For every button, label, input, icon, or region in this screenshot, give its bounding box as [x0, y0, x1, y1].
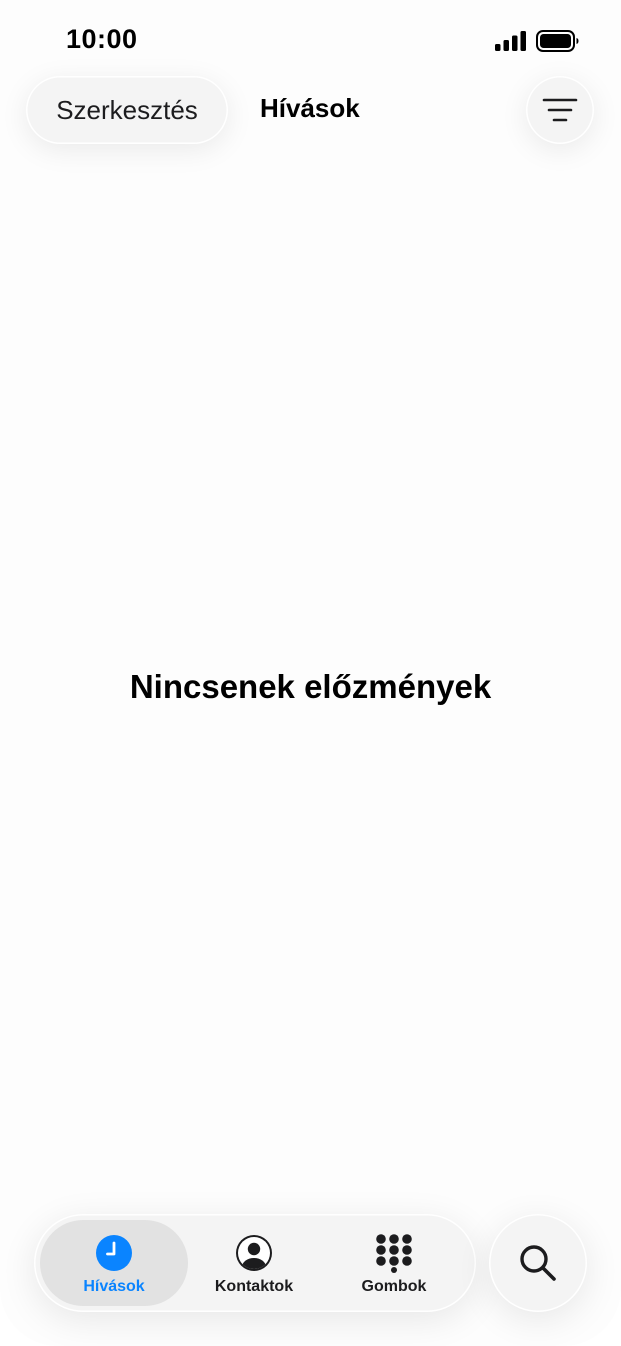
tab-label: Gombok: [361, 1278, 427, 1295]
filter-lines-icon: [542, 98, 578, 122]
keypad-grid-icon: [376, 1234, 412, 1273]
page-title: Hívások: [260, 93, 360, 123]
tab-bar: Hívások Kontaktok Gombok: [34, 1214, 476, 1312]
tab-label: Hívások: [83, 1278, 145, 1295]
clock-icon: [96, 1235, 132, 1271]
battery-icon: [536, 30, 579, 52]
person-circle-icon: [236, 1235, 272, 1271]
tab-keypad[interactable]: Gombok: [320, 1220, 468, 1306]
tab-label: Kontaktok: [214, 1278, 294, 1295]
status-time: 10:00: [66, 24, 138, 54]
calls-screen: 10:00 Szerkesztés Hívások Nincsenek előz…: [0, 0, 621, 1346]
empty-state-message: Nincsenek előzmények: [129, 668, 492, 705]
tab-contacts[interactable]: Kontaktok: [180, 1220, 328, 1306]
search-button[interactable]: [489, 1214, 587, 1312]
tab-calls[interactable]: Hívások: [40, 1220, 188, 1306]
edit-button[interactable]: Szerkesztés: [26, 76, 228, 144]
cellular-signal-icon: [495, 31, 526, 51]
filter-button[interactable]: [526, 76, 594, 144]
search-icon: [520, 1245, 556, 1281]
